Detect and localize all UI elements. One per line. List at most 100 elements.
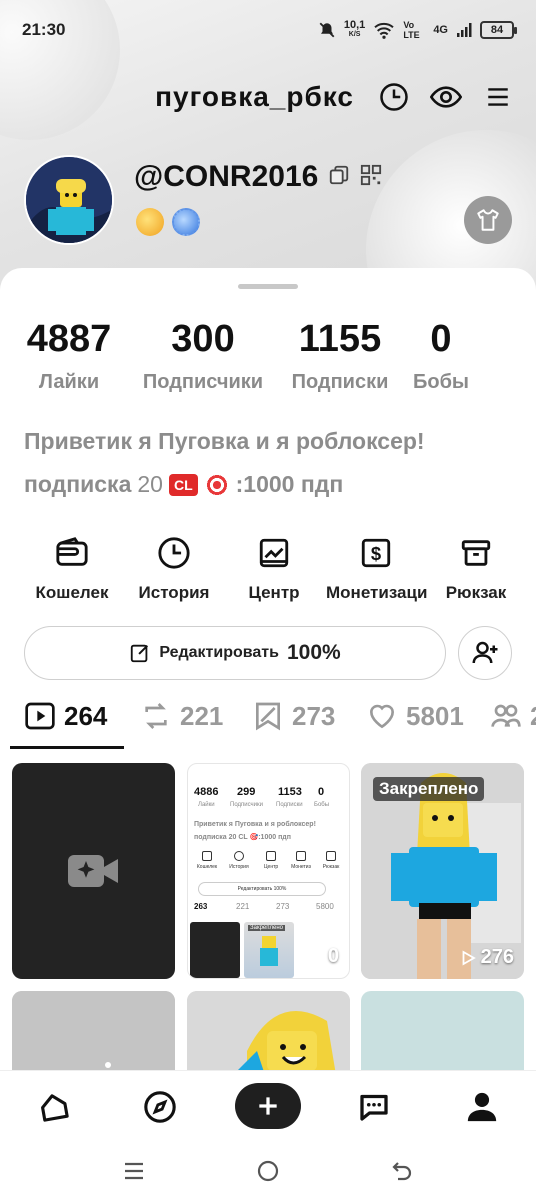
home-circle-icon bbox=[257, 1160, 279, 1182]
compass-icon bbox=[144, 1091, 176, 1123]
edit-profile-button[interactable]: Редактировать 100% bbox=[24, 626, 446, 680]
dollar-icon: $ bbox=[356, 533, 396, 573]
cl-icon: CL bbox=[168, 473, 198, 496]
battery-indicator: 84 bbox=[480, 21, 517, 39]
volte-label: Vo LTE bbox=[403, 20, 420, 40]
avatar-image bbox=[26, 157, 112, 243]
tool-monetization[interactable]: $ Монетизаци bbox=[326, 533, 427, 603]
edit-label: Редактировать bbox=[159, 644, 279, 661]
recent-apps-button[interactable] bbox=[120, 1158, 148, 1184]
tool-history[interactable]: История bbox=[134, 533, 214, 603]
clock-icon bbox=[154, 533, 194, 573]
nav-discover[interactable] bbox=[138, 1085, 182, 1129]
shirt-icon bbox=[477, 209, 499, 231]
profile-icon bbox=[467, 1092, 497, 1122]
play-outline-icon bbox=[309, 948, 323, 965]
signal-icon bbox=[457, 23, 472, 37]
video-tile[interactable]: 4886 Лайки 299 Подписчики 1153 Подписки … bbox=[187, 763, 350, 979]
create-button[interactable] bbox=[235, 1083, 301, 1129]
mini-edit: Редактировать 100% bbox=[198, 882, 326, 896]
stat-likes[interactable]: 4887 Лайки bbox=[14, 318, 124, 394]
play-icon bbox=[25, 702, 55, 730]
status-time: 21:30 bbox=[22, 20, 66, 39]
target-icon bbox=[203, 471, 230, 498]
tab-liked[interactable]: 5801 bbox=[366, 696, 464, 736]
repost-icon bbox=[145, 703, 167, 729]
bio: Приветик я Пуговка и я роблоксер! подпис… bbox=[24, 428, 514, 498]
recent-apps-icon bbox=[125, 1162, 143, 1180]
drafts-tile[interactable] bbox=[12, 763, 175, 979]
qr-code-icon[interactable] bbox=[360, 164, 382, 191]
heart-icon bbox=[369, 704, 395, 729]
stat-label: Бобы bbox=[412, 371, 470, 393]
nav-home[interactable] bbox=[32, 1085, 76, 1129]
content-tabs: 264 221 273 5801 2 bbox=[0, 696, 536, 752]
profile-header: пуговка_рбкс bbox=[0, 74, 536, 120]
bookmark-icon bbox=[256, 702, 280, 731]
chat-icon bbox=[360, 1094, 388, 1121]
tab-reposts[interactable]: 221 bbox=[140, 696, 223, 736]
stat-value: 0 bbox=[430, 318, 452, 360]
stat-value: 1155 bbox=[298, 318, 382, 360]
pinned-label: Закреплено bbox=[373, 777, 485, 801]
video-camera-icon bbox=[67, 855, 118, 887]
plus-icon bbox=[259, 1097, 277, 1115]
avatar[interactable] bbox=[24, 155, 114, 245]
outfit-button[interactable] bbox=[464, 196, 512, 244]
svg-text:$: $ bbox=[371, 543, 381, 564]
profile-completion: 100% bbox=[286, 641, 341, 664]
profile-sheet: 4887 Лайки 300 Подписчики 1155 Подписки … bbox=[0, 268, 536, 1088]
backpack-icon bbox=[456, 533, 496, 573]
page-title: пуговка_рбкс bbox=[155, 81, 354, 112]
pinned-video-tile[interactable]: Закреплено 276 bbox=[361, 763, 524, 979]
stat-label: Подписчики bbox=[142, 371, 264, 393]
status-bar: 21:30 10,1 K/S Vo LTE 4G 84 bbox=[0, 0, 536, 60]
edit-icon bbox=[131, 644, 149, 663]
chart-icon bbox=[254, 533, 294, 573]
stat-value: 300 bbox=[171, 318, 235, 360]
stat-label: Подписки bbox=[291, 371, 389, 393]
mini-thumb bbox=[190, 922, 240, 978]
nav-messages[interactable] bbox=[352, 1085, 396, 1129]
wallet-icon bbox=[52, 533, 92, 573]
stat-value: 4887 bbox=[26, 318, 112, 360]
play-outline-icon bbox=[462, 949, 476, 966]
bottom-nav bbox=[0, 1070, 536, 1140]
back-icon bbox=[392, 1162, 412, 1181]
tab-saved[interactable]: 273 bbox=[252, 696, 335, 736]
nav-profile[interactable] bbox=[460, 1085, 504, 1129]
stat-label: Лайки bbox=[38, 371, 100, 393]
tab-friends[interactable]: 2 bbox=[490, 696, 536, 736]
mini-thumb: Закреплено bbox=[244, 922, 294, 978]
blue-badge-icon[interactable] bbox=[172, 208, 200, 236]
system-nav-bar bbox=[0, 1140, 536, 1200]
stat-beans[interactable]: 0 Бобы bbox=[408, 318, 474, 394]
copy-icon[interactable] bbox=[328, 164, 350, 191]
view-count: 276 bbox=[459, 946, 514, 969]
home-button[interactable] bbox=[254, 1158, 282, 1184]
sheet-grabber[interactable] bbox=[238, 284, 298, 289]
history-icon[interactable] bbox=[378, 81, 410, 113]
mute-icon bbox=[319, 22, 335, 38]
mini-bio: Приветик я Пуговка и я роблоксер! подпис… bbox=[194, 821, 316, 841]
friends-icon bbox=[491, 704, 521, 727]
visitors-eye-icon[interactable] bbox=[430, 81, 462, 113]
stat-followers[interactable]: 300 Подписчики bbox=[140, 318, 266, 394]
username-row: @CONR2016 bbox=[134, 160, 382, 194]
net-speed: 10,1 K/S bbox=[343, 19, 366, 39]
network-type: 4G bbox=[433, 24, 448, 36]
tool-wallet[interactable]: Кошелек bbox=[32, 533, 112, 603]
add-user-icon bbox=[472, 641, 498, 664]
profile-badges bbox=[136, 208, 200, 236]
tool-center[interactable]: Центр bbox=[234, 533, 314, 603]
menu-icon[interactable] bbox=[482, 81, 514, 113]
tool-backpack[interactable]: Рюкзак bbox=[436, 533, 516, 603]
add-friend-button[interactable] bbox=[458, 626, 512, 680]
gold-badge-icon[interactable] bbox=[136, 208, 164, 236]
wifi-icon bbox=[374, 22, 394, 39]
back-button[interactable] bbox=[388, 1158, 416, 1184]
username: @CONR2016 bbox=[134, 160, 319, 193]
stat-following[interactable]: 1155 Подписки bbox=[286, 318, 394, 394]
bio-line: Приветик я Пуговка и я роблоксер! bbox=[24, 428, 425, 454]
tab-videos[interactable]: 264 bbox=[24, 696, 107, 736]
